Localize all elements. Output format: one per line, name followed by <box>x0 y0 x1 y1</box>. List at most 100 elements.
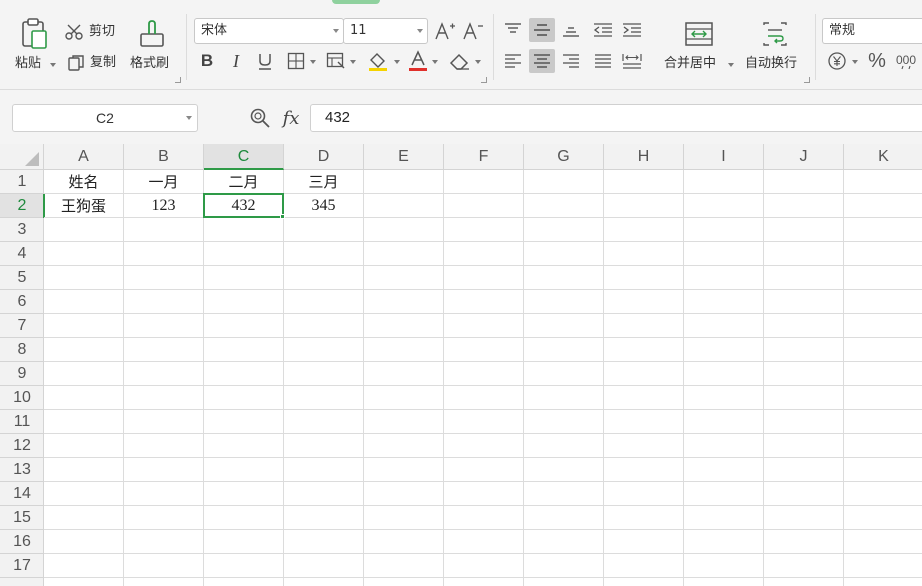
row-header-12[interactable]: 12 <box>0 434 44 458</box>
underline-button[interactable] <box>254 50 276 72</box>
cell-style-button[interactable] <box>325 51 347 71</box>
gridline-vertical <box>603 170 604 586</box>
paste-dropdown-arrow[interactable] <box>50 63 56 67</box>
wrap-text-icon <box>763 22 787 46</box>
currency-icon <box>828 52 846 70</box>
column-header-k[interactable]: K <box>844 144 922 170</box>
row-header-8[interactable]: 8 <box>0 338 44 362</box>
merge-center-dropdown-arrow[interactable] <box>728 63 734 67</box>
gridline-horizontal <box>44 577 922 578</box>
fill-bucket-icon <box>369 53 387 71</box>
column-header-i[interactable]: I <box>684 144 764 170</box>
align-top-button[interactable] <box>500 18 526 42</box>
gridline-vertical <box>363 170 364 586</box>
thousands-separator-button[interactable]: 000 <box>894 50 918 72</box>
column-header-c[interactable]: C <box>204 144 284 170</box>
cell-d1[interactable]: 三月 <box>284 170 363 194</box>
percent-icon: % <box>868 49 886 72</box>
alignment-group-corner[interactable] <box>804 77 810 83</box>
clear-button[interactable] <box>447 49 473 73</box>
row-header-13[interactable]: 13 <box>0 458 44 482</box>
insert-function-button[interactable]: fx <box>278 106 304 130</box>
column-header-a[interactable]: A <box>44 144 124 170</box>
decrease-indent-button[interactable] <box>590 18 616 42</box>
currency-button[interactable] <box>826 50 848 72</box>
distributed-align-icon <box>622 54 642 69</box>
column-header-g[interactable]: G <box>524 144 604 170</box>
cell-area[interactable]: 姓名 一月 二月 三月 王狗蛋 123 432 345 <box>44 170 922 586</box>
align-center-button[interactable] <box>529 49 555 73</box>
merge-center-label[interactable]: 合并居中 <box>664 56 716 72</box>
distributed-align-button[interactable] <box>619 49 645 73</box>
font-color-button[interactable] <box>406 49 430 73</box>
clipboard-group-corner[interactable] <box>175 77 181 83</box>
italic-icon: I <box>233 50 239 71</box>
column-header-f[interactable]: F <box>444 144 524 170</box>
borders-dropdown-arrow[interactable] <box>310 60 316 64</box>
bold-button[interactable]: B <box>196 50 218 72</box>
cell-a2[interactable]: 王狗蛋 <box>44 194 123 218</box>
select-all-button[interactable] <box>0 144 44 170</box>
column-header-b[interactable]: B <box>124 144 204 170</box>
copy-button[interactable] <box>66 53 86 73</box>
cell-style-dropdown-arrow[interactable] <box>350 60 356 64</box>
percent-button[interactable]: % <box>865 49 889 73</box>
cut-label[interactable]: 剪切 <box>89 24 115 40</box>
currency-dropdown-arrow[interactable] <box>852 60 858 64</box>
increase-font-size-button[interactable] <box>434 20 456 42</box>
increase-indent-button[interactable] <box>619 18 645 42</box>
align-right-button[interactable] <box>558 49 584 73</box>
font-group-corner[interactable] <box>481 77 487 83</box>
number-format-select[interactable]: 常规 <box>822 18 922 44</box>
justify-button[interactable] <box>590 49 616 73</box>
paste-button[interactable] <box>14 14 54 52</box>
font-family-select[interactable]: 宋体 <box>194 18 344 44</box>
format-painter-label[interactable]: 格式刷 <box>130 56 169 72</box>
decrease-font-size-button[interactable] <box>462 20 484 42</box>
column-header-j[interactable]: J <box>764 144 844 170</box>
column-header-e[interactable]: E <box>364 144 444 170</box>
align-middle-button[interactable] <box>529 18 555 42</box>
font-color-dropdown-arrow[interactable] <box>432 60 438 64</box>
borders-button[interactable] <box>285 51 307 71</box>
column-header-d[interactable]: D <box>284 144 364 170</box>
fill-color-dropdown-arrow[interactable] <box>394 60 400 64</box>
name-box[interactable]: C2 <box>12 104 198 132</box>
row-header-11[interactable]: 11 <box>0 410 44 434</box>
clear-dropdown-arrow[interactable] <box>475 60 481 64</box>
formula-input[interactable]: 432 <box>310 104 922 132</box>
gridline-horizontal <box>44 241 922 242</box>
fill-handle[interactable] <box>280 214 285 219</box>
row-header-1[interactable]: 1 <box>0 170 44 194</box>
fill-color-button[interactable] <box>366 49 390 73</box>
italic-button[interactable]: I <box>225 50 247 72</box>
row-header-2[interactable]: 2 <box>0 194 45 218</box>
cell-b2[interactable]: 123 <box>124 194 203 218</box>
row-header-17[interactable]: 17 <box>0 554 44 578</box>
copy-label[interactable]: 复制 <box>90 55 116 71</box>
cell-c1[interactable]: 二月 <box>204 170 283 194</box>
row-header-4[interactable]: 4 <box>0 242 44 266</box>
cell-b1[interactable]: 一月 <box>124 170 203 194</box>
cell-d2[interactable]: 345 <box>284 194 363 218</box>
paste-label[interactable]: 粘贴 <box>15 56 41 72</box>
row-header-10[interactable]: 10 <box>0 386 44 410</box>
row-header-7[interactable]: 7 <box>0 314 44 338</box>
align-bottom-button[interactable] <box>558 18 584 42</box>
row-header-6[interactable]: 6 <box>0 290 44 314</box>
row-header-9[interactable]: 9 <box>0 362 44 386</box>
row-header-3[interactable]: 3 <box>0 218 44 242</box>
font-size-select[interactable]: 11 <box>343 18 428 44</box>
format-painter-button[interactable] <box>134 16 170 52</box>
align-left-button[interactable] <box>500 49 526 73</box>
wrap-text-label[interactable]: 自动换行 <box>745 56 797 72</box>
column-header-h[interactable]: H <box>604 144 684 170</box>
row-header-15[interactable]: 15 <box>0 506 44 530</box>
wrap-text-button[interactable] <box>758 18 792 50</box>
merge-center-button[interactable] <box>682 18 716 50</box>
row-header-5[interactable]: 5 <box>0 266 44 290</box>
cell-a1[interactable]: 姓名 <box>44 170 123 194</box>
row-header-16[interactable]: 16 <box>0 530 44 554</box>
zoom-formula-button[interactable] <box>249 107 271 129</box>
row-header-14[interactable]: 14 <box>0 482 44 506</box>
